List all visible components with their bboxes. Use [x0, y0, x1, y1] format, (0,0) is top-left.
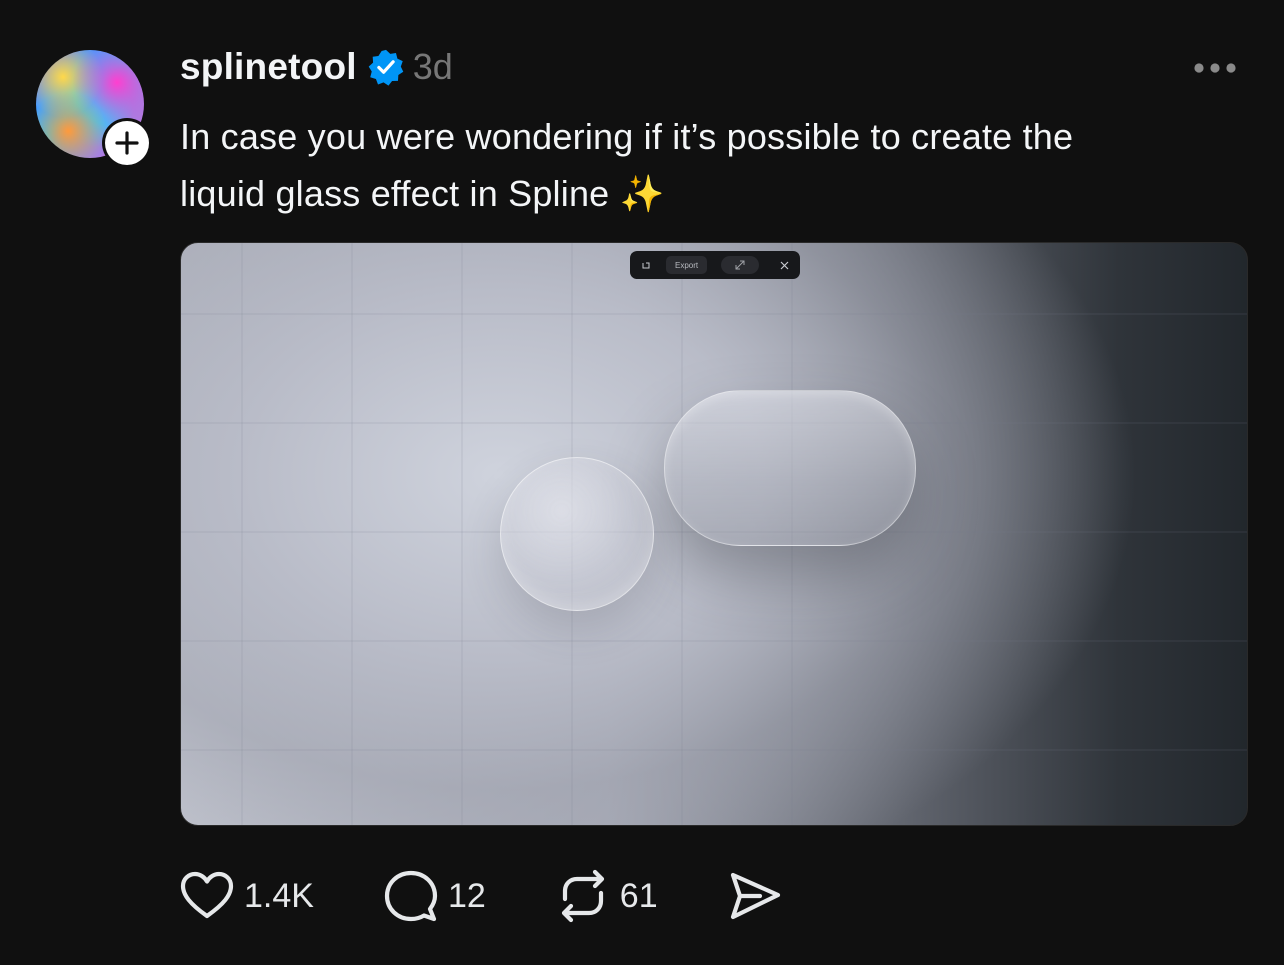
comment-icon	[384, 869, 438, 923]
glass-sphere	[500, 457, 654, 611]
expand-icon	[735, 260, 745, 270]
reply-button[interactable]: 12	[384, 869, 486, 923]
post-header: splinetool 3d	[180, 44, 453, 90]
plus-icon	[115, 131, 139, 155]
close-icon[interactable]	[776, 257, 792, 273]
more-options-button[interactable]	[1190, 52, 1240, 84]
reply-count: 12	[447, 876, 486, 915]
rotate-icon[interactable]	[638, 257, 654, 273]
repost-icon	[556, 869, 610, 923]
post-caption: In case you were wondering if it’s possi…	[180, 108, 1240, 222]
threads-post: splinetool 3d In case you were wondering…	[0, 0, 1284, 965]
post-media[interactable]: Export	[180, 242, 1248, 826]
repost-count: 61	[619, 876, 658, 915]
expand-button[interactable]	[721, 256, 760, 274]
glass-pill	[664, 390, 916, 546]
verified-badge-icon	[367, 48, 405, 86]
post-timestamp: 3d	[412, 46, 453, 87]
caption-line: In case you were wondering if it’s possi…	[180, 116, 1074, 157]
follow-button[interactable]	[105, 121, 149, 165]
share-button[interactable]	[728, 869, 782, 923]
like-count: 1.4K	[244, 876, 314, 915]
like-button[interactable]: 1.4K	[180, 869, 314, 923]
export-button[interactable]: Export	[666, 256, 708, 274]
spline-toolbar: Export	[630, 251, 800, 279]
heart-icon	[180, 869, 234, 923]
share-icon	[728, 869, 782, 923]
follow-badge[interactable]	[102, 118, 152, 168]
username[interactable]: splinetool	[180, 46, 357, 88]
more-horizontal-icon	[1194, 63, 1236, 73]
repost-button[interactable]: 61	[556, 869, 658, 923]
avatar-container[interactable]	[36, 50, 152, 168]
post-actions: 1.4K 12 61	[180, 866, 782, 926]
caption-line: liquid glass effect in Spline ✨	[180, 173, 665, 214]
